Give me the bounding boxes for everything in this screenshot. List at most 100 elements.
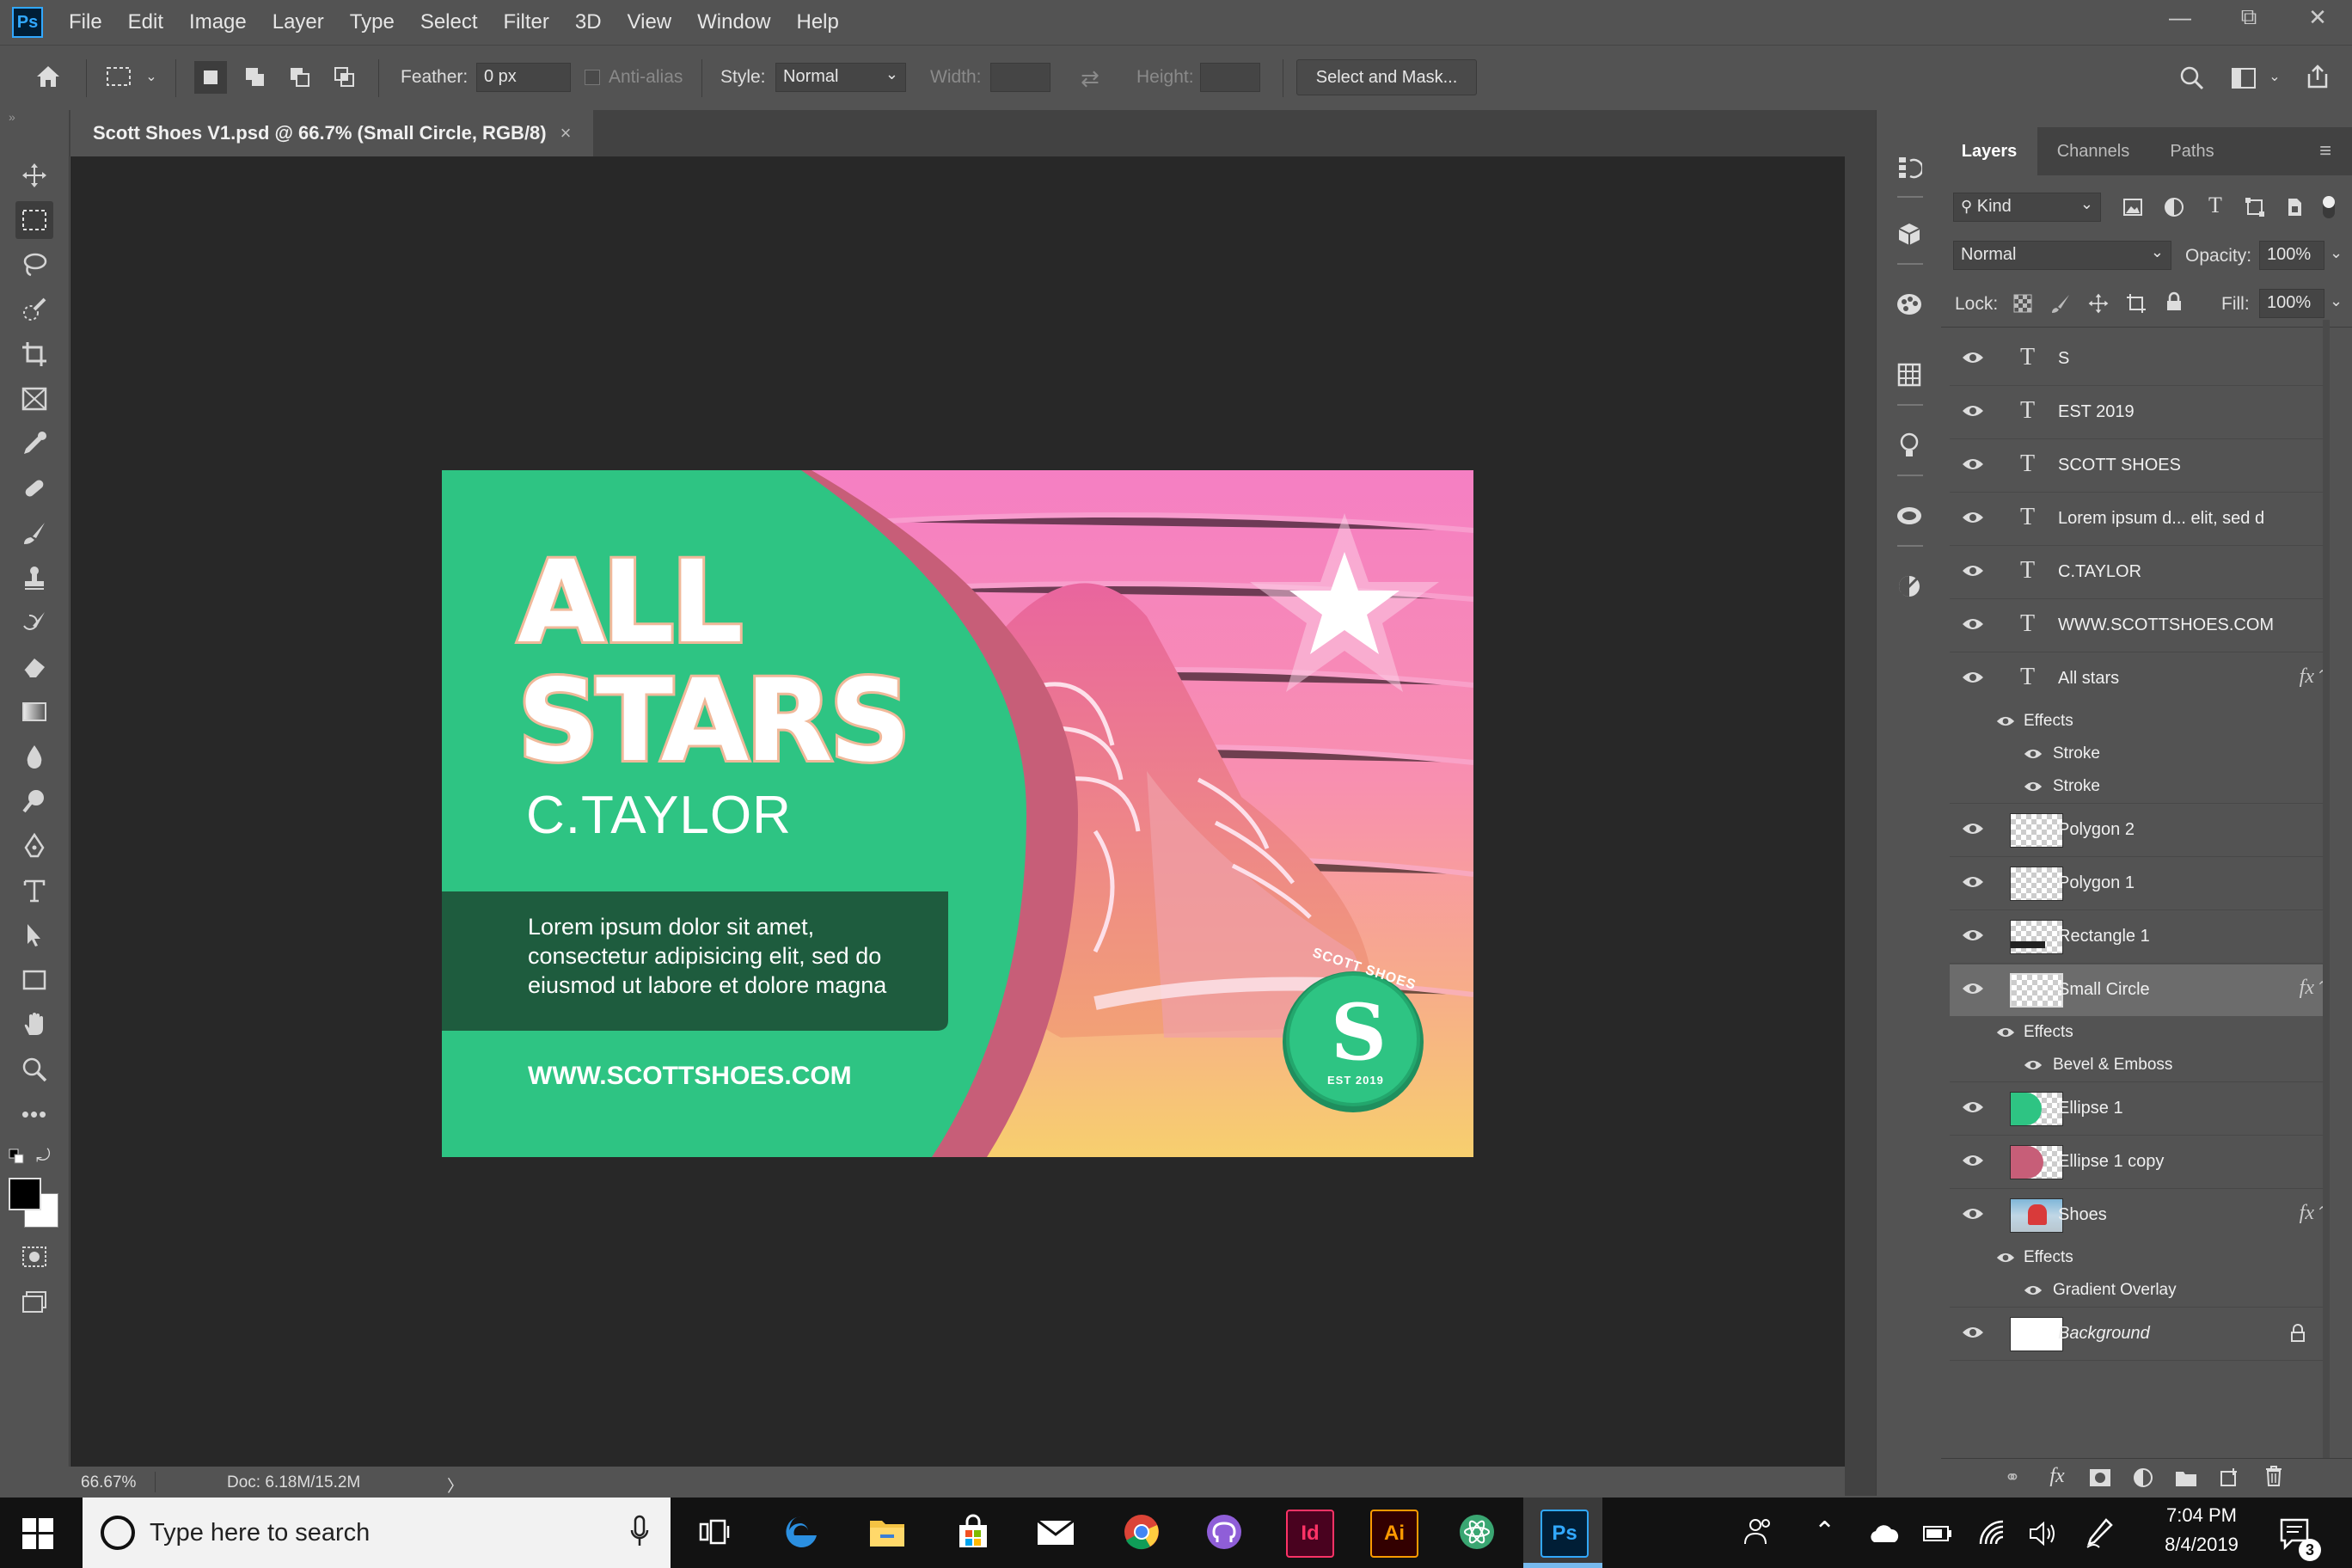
layer-row[interactable]: T S <box>1950 334 2330 386</box>
mail-icon[interactable] <box>1033 1510 1078 1554</box>
height-input[interactable] <box>1200 63 1260 92</box>
windows-start-icon[interactable] <box>22 1518 53 1549</box>
effect-row[interactable]: Stroke <box>1950 770 2330 804</box>
visibility-eye-icon[interactable] <box>1962 928 1984 942</box>
fill-input[interactable]: 100% <box>2259 289 2324 318</box>
visibility-eye-icon[interactable] <box>1996 1026 2015 1038</box>
effects-group-row[interactable]: Effects <box>1950 705 2330 738</box>
anti-alias-checkbox[interactable] <box>585 70 600 85</box>
tab-layers[interactable]: Layers <box>1941 127 2037 175</box>
brush-tool-icon[interactable] <box>15 514 53 552</box>
photoshop-logo[interactable]: Ps <box>12 7 43 38</box>
visibility-eye-icon[interactable] <box>1962 564 1984 578</box>
layer-row[interactable]: T All stars fx ⌃ <box>1950 653 2330 705</box>
close-button[interactable]: ✕ <box>2283 0 2352 34</box>
zoom-tool-icon[interactable] <box>15 1050 53 1088</box>
visibility-eye-icon[interactable] <box>1962 875 1984 889</box>
menu-3d[interactable]: 3D <box>575 10 602 34</box>
new-adjustment-layer-icon[interactable] <box>2128 1465 2158 1491</box>
lasso-tool-icon[interactable] <box>15 246 53 284</box>
illustrator-icon[interactable]: Ai <box>1370 1510 1418 1558</box>
filter-pixel-icon[interactable] <box>2120 194 2146 220</box>
taskbar-search-box[interactable]: Type here to search <box>83 1498 671 1568</box>
menu-file[interactable]: File <box>69 10 102 34</box>
rectangle-tool-icon[interactable] <box>15 961 53 999</box>
layer-row[interactable]: T SCOTT SHOES <box>1950 440 2330 493</box>
subtract-from-selection-icon[interactable] <box>284 61 316 94</box>
more-tools-icon[interactable]: ••• <box>15 1095 53 1133</box>
lock-pixels-icon[interactable] <box>2048 291 2073 316</box>
visibility-eye-icon[interactable] <box>1996 1252 2015 1264</box>
lock-artboard-icon[interactable] <box>2123 291 2149 316</box>
blur-tool-icon[interactable] <box>15 738 53 775</box>
visibility-eye-icon[interactable] <box>2024 748 2043 760</box>
filter-toggle[interactable] <box>2323 196 2335 218</box>
filter-type-icon[interactable]: T <box>2202 193 2228 218</box>
new-group-icon[interactable] <box>2171 1465 2201 1491</box>
visibility-eye-icon[interactable] <box>1962 1326 1984 1339</box>
visibility-eye-icon[interactable] <box>1962 457 1984 471</box>
edge-icon[interactable] <box>779 1510 824 1554</box>
quick-mask-icon[interactable] <box>15 1238 53 1276</box>
effect-row[interactable]: Stroke <box>1950 738 2330 770</box>
menu-select[interactable]: Select <box>420 10 478 34</box>
file-explorer-icon[interactable] <box>865 1510 910 1554</box>
effects-group-row[interactable]: Effects <box>1950 1016 2330 1049</box>
document-tab[interactable]: Scott Shoes V1.psd @ 66.7% (Small Circle… <box>70 110 594 156</box>
filter-adjustment-icon[interactable] <box>2161 194 2187 220</box>
learn-panel-icon[interactable] <box>1892 428 1926 462</box>
menu-filter[interactable]: Filter <box>504 10 549 34</box>
layer-row[interactable]: Polygon 1 <box>1950 858 2330 910</box>
dodge-tool-icon[interactable] <box>15 782 53 820</box>
eraser-tool-icon[interactable] <box>15 648 53 686</box>
filter-shape-icon[interactable] <box>2242 194 2268 220</box>
wifi-icon[interactable] <box>1977 1518 2008 1547</box>
3d-panel-icon[interactable] <box>1892 217 1926 251</box>
history-brush-tool-icon[interactable] <box>15 603 53 641</box>
zoom-level[interactable]: 66.67% <box>81 1473 136 1492</box>
workspace-icon[interactable] <box>2226 61 2261 95</box>
style-select[interactable]: Normal ⌄ <box>775 63 906 92</box>
opacity-input[interactable]: 100% <box>2259 241 2324 270</box>
visibility-eye-icon[interactable] <box>2024 1059 2043 1071</box>
eyedropper-tool-icon[interactable] <box>15 425 53 462</box>
pen-tool-icon[interactable] <box>15 827 53 865</box>
panel-menu-icon[interactable]: ≡ <box>2319 127 2345 175</box>
hand-tool-icon[interactable] <box>15 1006 53 1044</box>
layer-row-selected[interactable]: Small Circle fx ⌃ <box>1950 965 2330 1016</box>
new-selection-icon[interactable] <box>194 61 227 94</box>
collapse-arrows-icon[interactable]: » <box>9 110 15 124</box>
feather-input[interactable]: 0 px <box>476 63 571 92</box>
kind-filter-select[interactable]: ⚲ Kind ⌄ <box>1953 193 2101 222</box>
home-icon[interactable] <box>31 59 65 94</box>
quick-selection-tool-icon[interactable] <box>15 291 53 328</box>
filter-smart-object-icon[interactable] <box>2282 194 2307 220</box>
minimize-button[interactable]: — <box>2146 0 2214 34</box>
layer-row[interactable]: T Lorem ipsum d... elit, sed d <box>1950 493 2330 546</box>
visibility-eye-icon[interactable] <box>1962 617 1984 631</box>
width-input[interactable] <box>990 63 1050 92</box>
microphone-icon[interactable] <box>629 1515 650 1549</box>
layer-row[interactable]: Ellipse 1 copy <box>1950 1136 2330 1189</box>
effects-group-row[interactable]: Effects <box>1950 1241 2330 1274</box>
blend-mode-select[interactable]: Normal ⌄ <box>1953 241 2171 270</box>
lock-icon[interactable] <box>2290 1324 2306 1343</box>
close-tab-icon[interactable]: × <box>560 122 572 144</box>
menu-edit[interactable]: Edit <box>128 10 163 34</box>
layer-row[interactable]: Polygon 2 <box>1950 805 2330 857</box>
swatches-panel-icon[interactable] <box>1892 287 1926 322</box>
chevron-down-icon[interactable]: ⌄ <box>2330 292 2343 310</box>
search-icon[interactable] <box>2175 61 2209 95</box>
lock-all-icon[interactable] <box>2161 289 2187 315</box>
show-hidden-icons-icon[interactable]: ⌃ <box>1814 1516 1835 1547</box>
menu-image[interactable]: Image <box>189 10 247 34</box>
menu-help[interactable]: Help <box>797 10 839 34</box>
visibility-eye-icon[interactable] <box>2024 781 2043 793</box>
intersect-selection-icon[interactable] <box>328 61 361 94</box>
chevron-down-icon[interactable]: ⌄ <box>2330 244 2343 262</box>
status-menu-arrow-icon[interactable]: 〉 <box>447 1473 463 1497</box>
artwork-canvas[interactable]: ALL STARS C.TAYLOR Lorem ipsum dolor sit… <box>442 470 1473 1157</box>
foreground-color-swatch[interactable] <box>9 1178 41 1210</box>
effect-row[interactable]: Bevel & Emboss <box>1950 1049 2330 1082</box>
adjustments-panel-icon[interactable] <box>1892 569 1926 603</box>
